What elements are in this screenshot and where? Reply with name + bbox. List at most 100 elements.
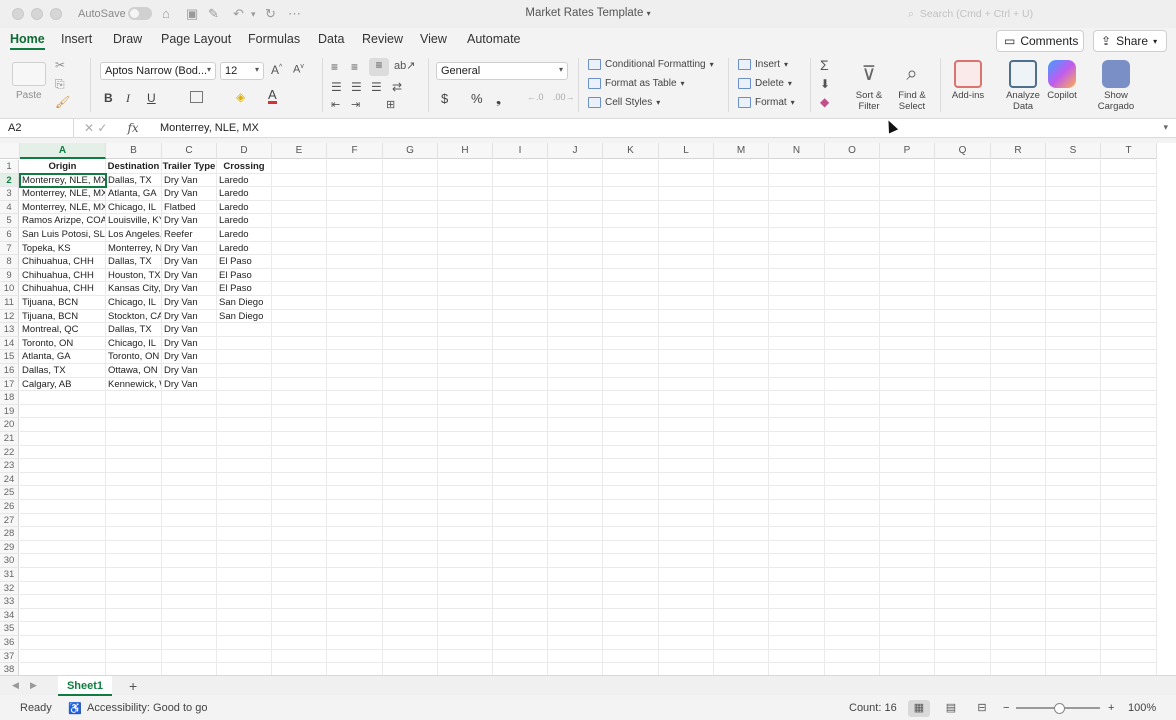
empty-cell[interactable]: [438, 296, 493, 310]
formula-input[interactable]: Monterrey, NLE, MX: [160, 122, 259, 134]
table-cell[interactable]: San Diego: [217, 296, 272, 310]
format-painter-icon[interactable]: 🖌: [55, 95, 70, 109]
empty-cell[interactable]: [493, 568, 548, 582]
table-cell[interactable]: Chicago, IL: [106, 296, 162, 310]
empty-cell[interactable]: [327, 608, 383, 623]
empty-cell[interactable]: [20, 513, 106, 528]
table-header-cell[interactable]: Trailer Type: [162, 160, 217, 174]
empty-cell[interactable]: [659, 364, 714, 378]
empty-cell[interactable]: [548, 459, 603, 473]
empty-cell[interactable]: [1101, 323, 1157, 337]
empty-cell[interactable]: [1101, 282, 1157, 296]
empty-cell[interactable]: [769, 527, 825, 541]
empty-cell[interactable]: [106, 500, 162, 514]
empty-cell[interactable]: [659, 228, 714, 242]
empty-cell[interactable]: [383, 200, 438, 215]
empty-cell[interactable]: [769, 500, 825, 514]
row-header-24[interactable]: 24: [0, 472, 19, 487]
empty-cell[interactable]: [880, 663, 935, 675]
empty-cell[interactable]: [106, 445, 162, 460]
empty-cell[interactable]: [991, 445, 1046, 460]
empty-cell[interactable]: [106, 472, 162, 487]
table-cell[interactable]: Houston, TX: [106, 268, 162, 283]
empty-cell[interactable]: [493, 622, 548, 636]
empty-cell[interactable]: [603, 296, 659, 310]
empty-cell[interactable]: [659, 187, 714, 201]
empty-cell[interactable]: [327, 445, 383, 460]
empty-cell[interactable]: [383, 527, 438, 541]
empty-cell[interactable]: [327, 377, 383, 392]
empty-cell[interactable]: [20, 527, 106, 541]
empty-cell[interactable]: [1101, 418, 1157, 432]
empty-cell[interactable]: [438, 350, 493, 364]
empty-cell[interactable]: [438, 200, 493, 215]
empty-cell[interactable]: [327, 200, 383, 215]
empty-cell[interactable]: [20, 554, 106, 568]
empty-cell[interactable]: [438, 472, 493, 487]
empty-cell[interactable]: [272, 309, 327, 324]
empty-cell[interactable]: [383, 228, 438, 242]
empty-cell[interactable]: [769, 472, 825, 487]
tab-review[interactable]: Review: [362, 32, 403, 46]
empty-cell[interactable]: [1046, 581, 1101, 596]
table-cell[interactable]: Atlanta, GA: [106, 187, 162, 201]
empty-cell[interactable]: [991, 581, 1046, 596]
empty-cell[interactable]: [714, 513, 769, 528]
empty-cell[interactable]: [880, 255, 935, 269]
zoom-in-button[interactable]: +: [1108, 702, 1114, 714]
empty-cell[interactable]: [548, 418, 603, 432]
empty-cell[interactable]: [935, 309, 991, 324]
empty-cell[interactable]: [327, 540, 383, 555]
empty-cell[interactable]: [603, 663, 659, 675]
empty-cell[interactable]: [493, 255, 548, 269]
empty-cell[interactable]: [935, 636, 991, 650]
empty-cell[interactable]: [1101, 581, 1157, 596]
empty-cell[interactable]: [106, 581, 162, 596]
empty-cell[interactable]: [272, 228, 327, 242]
empty-cell[interactable]: [1046, 323, 1101, 337]
empty-cell[interactable]: [162, 513, 217, 528]
empty-cell[interactable]: [1101, 160, 1157, 174]
empty-cell[interactable]: [438, 187, 493, 201]
empty-cell[interactable]: [162, 595, 217, 609]
empty-cell[interactable]: [825, 187, 880, 201]
table-cell[interactable]: [217, 323, 272, 337]
tab-insert[interactable]: Insert: [61, 32, 92, 46]
table-cell[interactable]: El Paso: [217, 282, 272, 296]
empty-cell[interactable]: [438, 527, 493, 541]
empty-cell[interactable]: [1046, 404, 1101, 419]
empty-cell[interactable]: [548, 595, 603, 609]
empty-cell[interactable]: [714, 255, 769, 269]
empty-cell[interactable]: [991, 500, 1046, 514]
empty-cell[interactable]: [991, 636, 1046, 650]
empty-cell[interactable]: [493, 432, 548, 446]
empty-cell[interactable]: [1101, 486, 1157, 500]
empty-cell[interactable]: [438, 622, 493, 636]
table-cell[interactable]: Chicago, IL: [106, 200, 162, 215]
row-header-9[interactable]: 9: [0, 268, 19, 283]
empty-cell[interactable]: [272, 350, 327, 364]
empty-cell[interactable]: [548, 527, 603, 541]
empty-cell[interactable]: [991, 296, 1046, 310]
empty-cell[interactable]: [548, 472, 603, 487]
empty-cell[interactable]: [162, 445, 217, 460]
table-cell[interactable]: Dry Van: [162, 173, 217, 188]
empty-cell[interactable]: [272, 323, 327, 337]
empty-cell[interactable]: [659, 309, 714, 324]
empty-cell[interactable]: [603, 472, 659, 487]
table-cell[interactable]: Chihuahua, CHH: [20, 268, 106, 283]
decrease-indent-icon[interactable]: ⇤: [331, 98, 340, 111]
empty-cell[interactable]: [438, 636, 493, 650]
show-cargado-button[interactable]: Show Cargado: [1094, 60, 1138, 112]
empty-cell[interactable]: [935, 445, 991, 460]
empty-cell[interactable]: [327, 472, 383, 487]
empty-cell[interactable]: [327, 309, 383, 324]
empty-cell[interactable]: [603, 391, 659, 405]
empty-cell[interactable]: [548, 309, 603, 324]
empty-cell[interactable]: [714, 649, 769, 664]
empty-cell[interactable]: [714, 336, 769, 351]
empty-cell[interactable]: [714, 472, 769, 487]
empty-cell[interactable]: [659, 540, 714, 555]
empty-cell[interactable]: [272, 540, 327, 555]
empty-cell[interactable]: [438, 160, 493, 174]
